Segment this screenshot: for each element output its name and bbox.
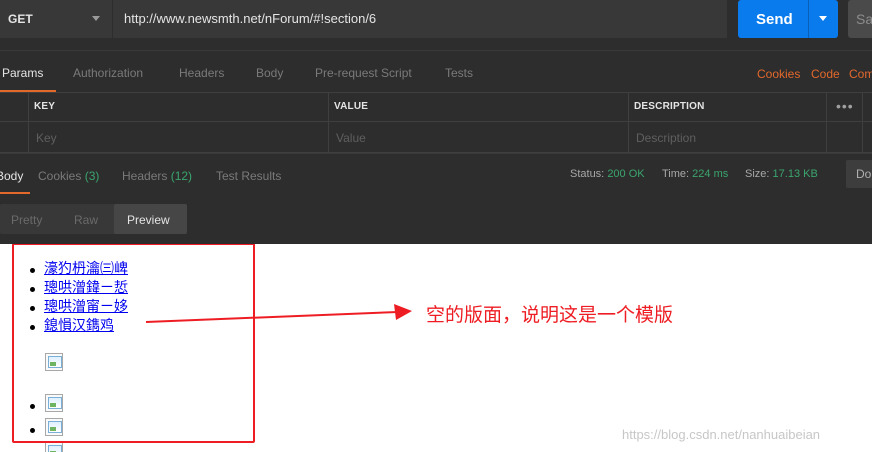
- method-label: GET: [8, 12, 33, 26]
- tab-response-cookies[interactable]: Cookies (3): [38, 169, 99, 183]
- size-readout: Size: 17.13 KB: [745, 168, 818, 180]
- code-link[interactable]: Code: [811, 67, 840, 81]
- column-divider: [826, 92, 827, 153]
- column-divider: [862, 92, 863, 153]
- tab-response-headers[interactable]: Headers (12): [122, 169, 192, 183]
- view-preview[interactable]: Preview: [127, 213, 170, 227]
- tab-authorization[interactable]: Authorization: [73, 66, 143, 80]
- status-value: 200 OK: [607, 168, 645, 180]
- tab-body[interactable]: Body: [256, 66, 283, 80]
- request-bar: GET http://www.newsmth.net/nForum/#!sect…: [0, 0, 872, 50]
- column-divider: [628, 92, 629, 153]
- size-label: Size:: [745, 168, 770, 180]
- download-button[interactable]: Do: [846, 160, 872, 188]
- more-options-icon[interactable]: •••: [836, 98, 854, 114]
- tab-headers[interactable]: Headers: [179, 66, 224, 80]
- description-input[interactable]: Description: [636, 131, 696, 145]
- time-readout: Time: 224 ms: [662, 168, 728, 180]
- column-divider: [328, 92, 329, 153]
- annotation-arrow: [145, 304, 412, 323]
- key-header: KEY: [34, 101, 56, 112]
- tab-params[interactable]: Params: [2, 66, 43, 80]
- size-value: 17.13 KB: [772, 168, 818, 180]
- params-table: KEY VALUE DESCRIPTION ••• Key Value Desc…: [0, 92, 872, 153]
- column-divider: [28, 92, 29, 153]
- tab-label: Cookies: [38, 169, 82, 183]
- key-input[interactable]: Key: [36, 131, 57, 145]
- view-mode-bar: Pretty Raw Preview: [0, 194, 872, 244]
- watermark: https://blog.csdn.net/nanhuaibeian: [622, 427, 821, 442]
- send-label: Send: [756, 11, 793, 28]
- tab-tests[interactable]: Tests: [445, 66, 473, 80]
- response-bar: Body Cookies (3) Headers (12) Test Resul…: [0, 153, 872, 194]
- chevron-down-icon: [92, 16, 100, 21]
- params-header-row: [0, 92, 872, 122]
- status-readout: Status: 200 OK: [570, 168, 645, 180]
- comments-link[interactable]: Com: [849, 67, 872, 81]
- params-row: [0, 122, 872, 153]
- url-input[interactable]: http://www.newsmth.net/nForum/#!section/…: [113, 0, 727, 38]
- value-input[interactable]: Value: [336, 131, 366, 145]
- tab-test-results[interactable]: Test Results: [216, 169, 281, 183]
- time-label: Time:: [662, 168, 690, 180]
- send-button[interactable]: Send: [738, 0, 838, 38]
- send-divider: [808, 0, 809, 38]
- arrow-head: [394, 304, 412, 320]
- send-options-chevron-icon[interactable]: [819, 16, 827, 21]
- annotation-text: 空的版面，说明这是一个模版: [426, 304, 674, 326]
- view-pretty[interactable]: Pretty: [11, 213, 42, 227]
- tab-label: Headers: [122, 169, 168, 183]
- cookies-link[interactable]: Cookies: [757, 67, 800, 81]
- arrow-line: [145, 311, 399, 323]
- view-raw[interactable]: Raw: [74, 213, 98, 227]
- method-select[interactable]: GET: [0, 0, 112, 38]
- request-tabs: Params Authorization Headers Body Pre-re…: [0, 50, 872, 92]
- time-value: 224 ms: [692, 168, 729, 180]
- description-header: DESCRIPTION: [634, 101, 705, 112]
- value-header: VALUE: [334, 101, 369, 112]
- status-label: Status:: [570, 168, 605, 180]
- preview-pane: 濠犳枬瀹㈢崥 璁哄潧鍏ㄧ悊 璁哄潧甯ㄧ姼 鎴愪汉鐫鸡 空的版面，说明这是一个模版…: [0, 244, 872, 452]
- tab-pre-request-script[interactable]: Pre-request Script: [315, 66, 412, 80]
- count-badge: (12): [170, 169, 193, 183]
- count-badge: (3): [84, 169, 100, 183]
- save-button[interactable]: Sa: [848, 0, 872, 38]
- tab-response-body[interactable]: Body: [0, 169, 23, 183]
